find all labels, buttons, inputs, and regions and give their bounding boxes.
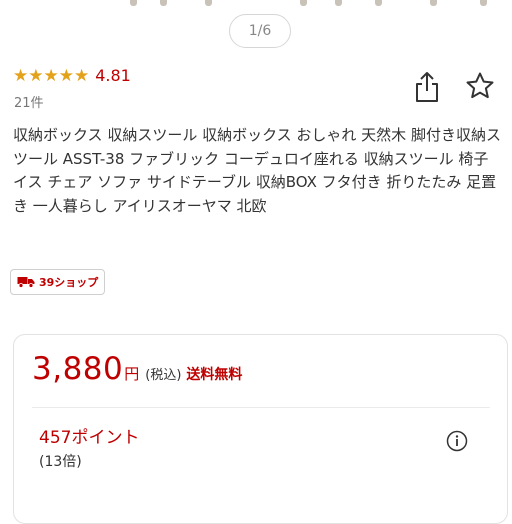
product-title: 収納ボックス 収納スツール 収納ボックス おしゃれ 天然木 脚付き収納スツール … [13, 126, 501, 215]
price-divider [32, 407, 490, 408]
price-tax-note: (税込) [145, 368, 182, 383]
rating-stars: ★★★★★ [13, 66, 90, 86]
price-currency: 円 [124, 365, 140, 383]
review-count[interactable]: 21件 [14, 92, 44, 111]
rating-value: 4.81 [95, 66, 131, 85]
gallery-image-bottom-edge [0, 0, 512, 8]
share-icon [416, 72, 438, 102]
points-rate: (13倍) [39, 454, 82, 470]
free-shipping-label: 送料無料 [186, 367, 243, 383]
shop-badge-39[interactable]: 39ショップ [10, 269, 106, 295]
points-amount: 457ポイント [39, 428, 140, 448]
info-icon [446, 430, 468, 452]
share-button[interactable] [412, 70, 442, 104]
favorite-button[interactable] [464, 70, 496, 102]
price-amount: 3,880 [32, 351, 124, 387]
price-panel: 3,880 円 (税込) 送料無料 457ポイント (13倍) [13, 334, 508, 524]
truck-icon [17, 277, 35, 288]
star-outline-icon [466, 72, 494, 99]
shop-badge-label: 39ショップ [39, 276, 99, 289]
price-row: 3,880 円 (税込) 送料無料 [32, 351, 242, 387]
points-info-button[interactable] [446, 430, 468, 452]
rating[interactable]: ★★★★★ 4.81 [13, 66, 131, 86]
gallery-pager: 1/6 [229, 14, 291, 48]
